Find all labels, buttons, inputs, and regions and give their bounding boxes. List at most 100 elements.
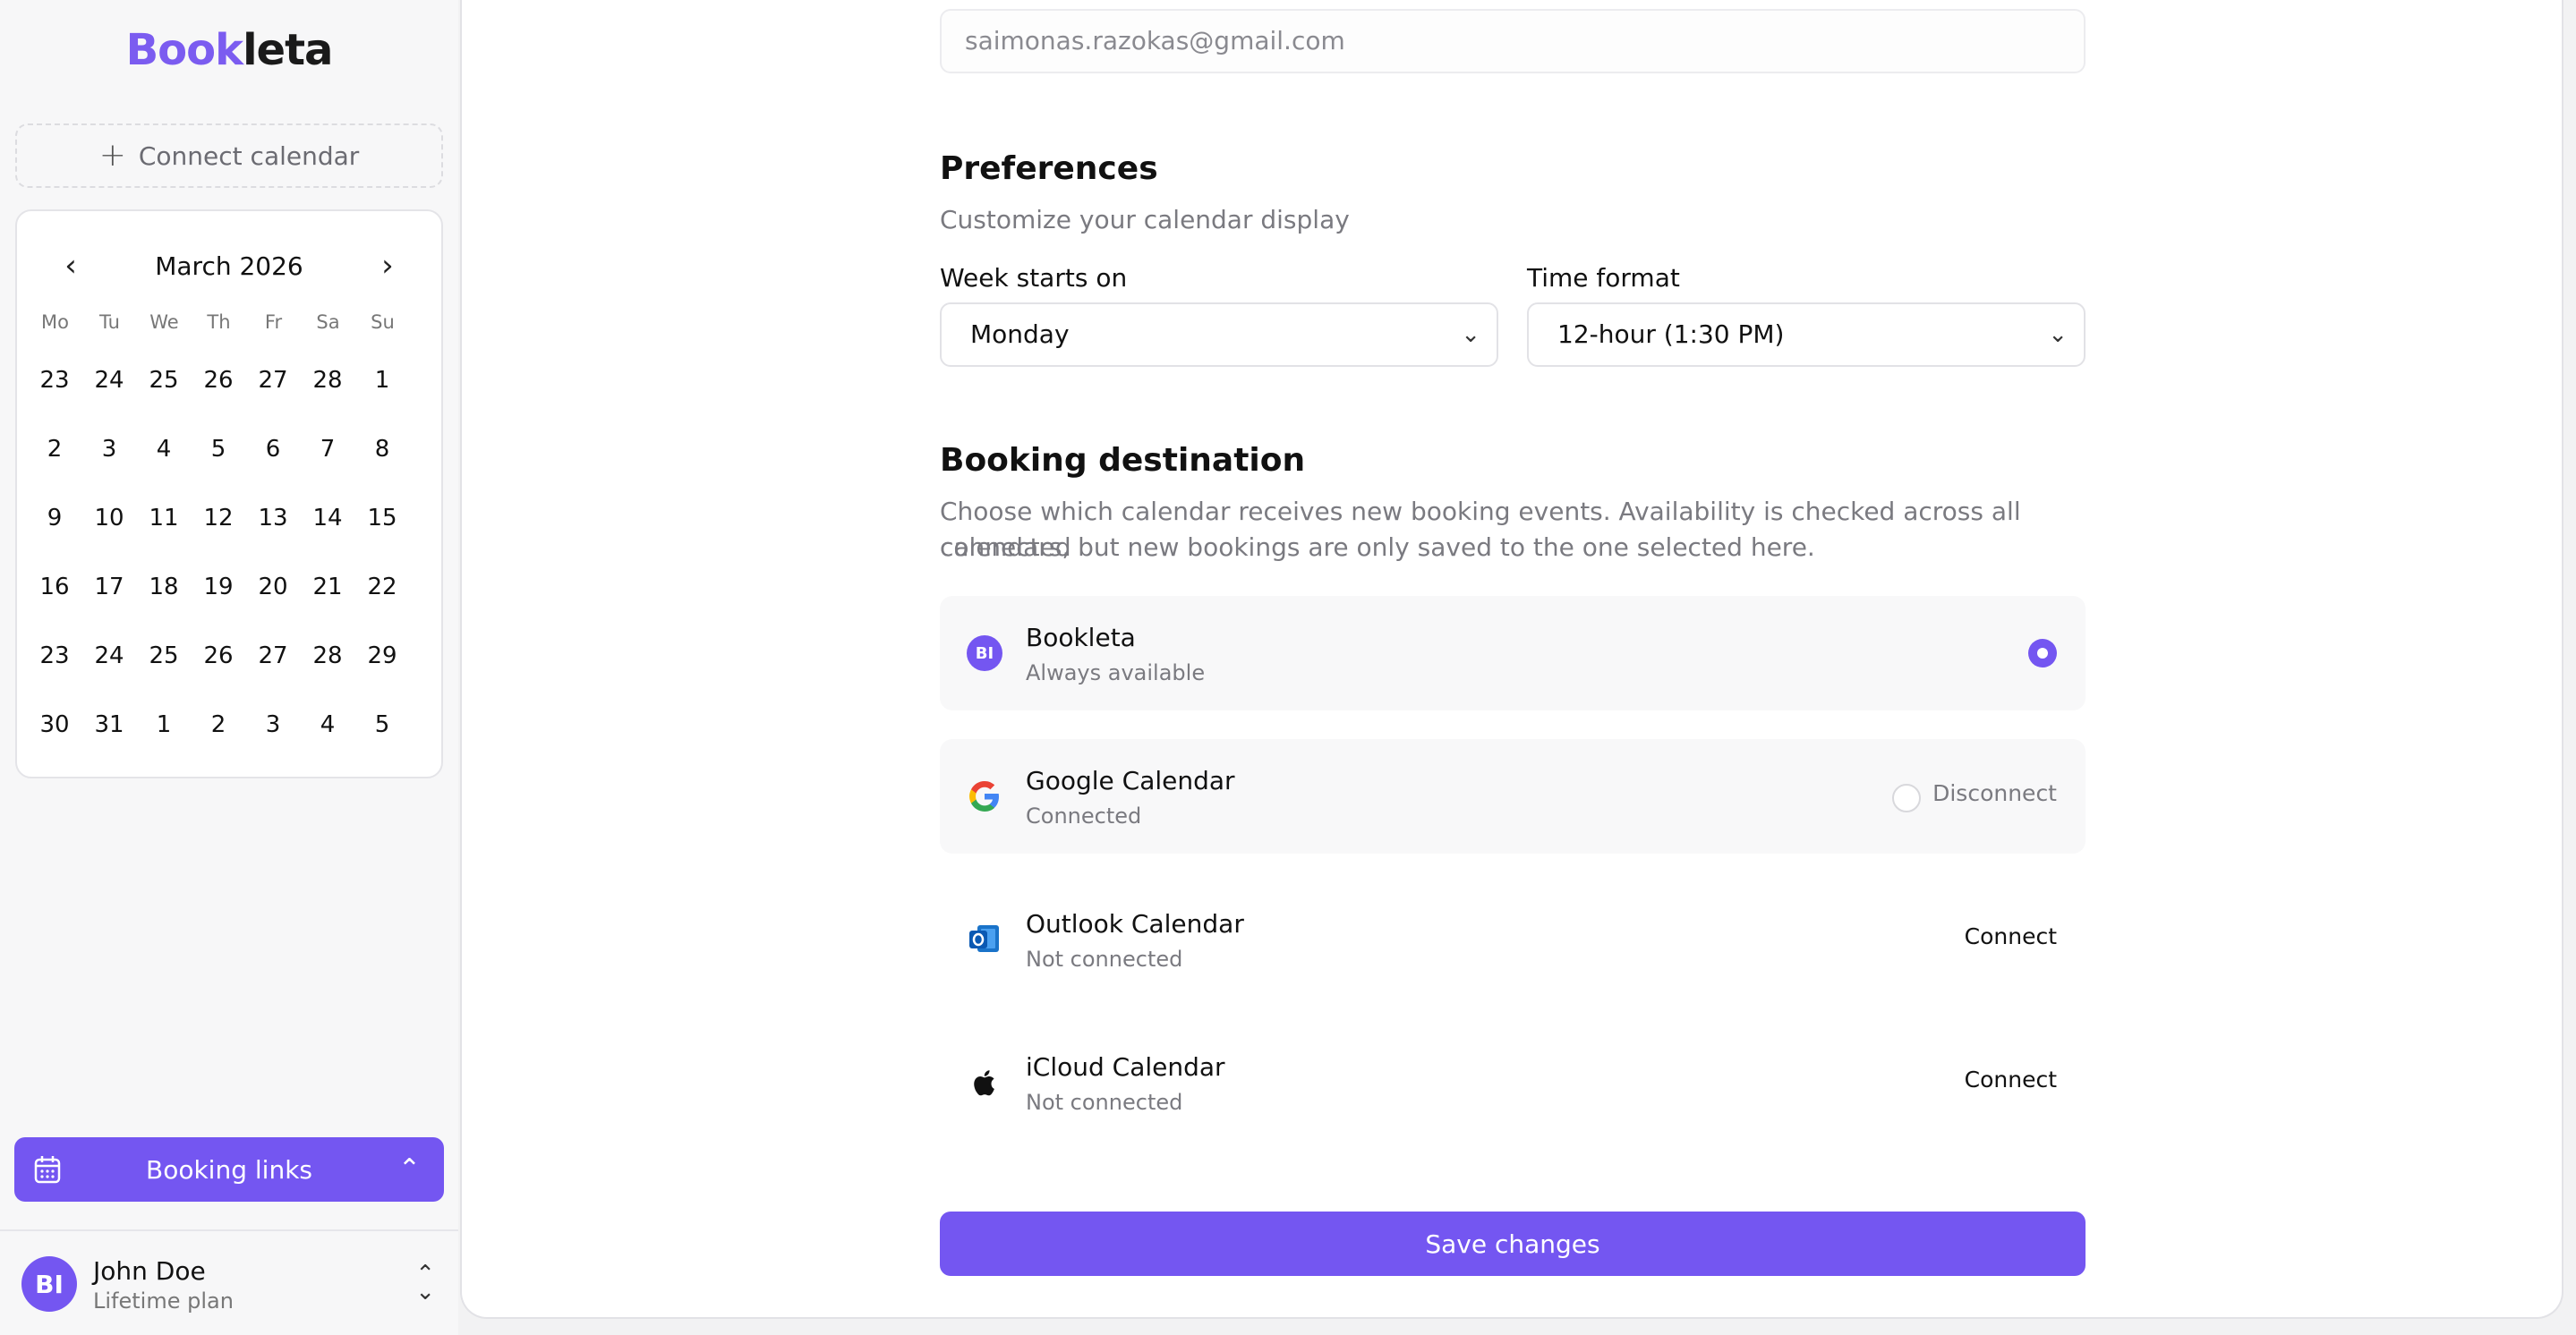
time-format-select[interactable]: 12-hour (1:30 PM) ⌄ bbox=[1527, 302, 2086, 367]
calendar-day[interactable]: 27 bbox=[246, 353, 300, 407]
sidebar: Bookleta + Connect calendar ‹ March 2026… bbox=[0, 0, 458, 1335]
calendar-day[interactable]: 26 bbox=[192, 353, 245, 407]
calendar-day[interactable]: 22 bbox=[355, 560, 409, 614]
preferences-title: Preferences bbox=[940, 150, 1158, 187]
calendar-weekday: Th bbox=[207, 311, 231, 333]
sidebar-divider bbox=[0, 1229, 458, 1231]
calendar-day[interactable]: 10 bbox=[82, 491, 136, 545]
calendar-weekday: Fr bbox=[264, 311, 283, 333]
calendar-day[interactable]: 11 bbox=[137, 491, 191, 545]
booking-links-button[interactable]: Booking links ⌃ bbox=[14, 1137, 444, 1202]
calendar-day[interactable]: 1 bbox=[137, 698, 191, 752]
destination-option-bookleta[interactable]: BI Bookleta Always available bbox=[940, 596, 2086, 710]
calendar-day[interactable]: 18 bbox=[137, 560, 191, 614]
bookleta-avatar-icon: BI bbox=[967, 635, 1002, 671]
calendar-day[interactable]: 5 bbox=[192, 422, 245, 476]
calendar-icon bbox=[34, 1156, 61, 1184]
week-starts-value: Monday bbox=[970, 319, 1070, 349]
avatar: BI bbox=[21, 1256, 77, 1312]
calendar-month-title: March 2026 bbox=[155, 251, 303, 281]
calendar-day[interactable]: 4 bbox=[301, 698, 354, 752]
time-format-label: Time format bbox=[1527, 263, 1680, 293]
connect-button[interactable]: Connect bbox=[1965, 923, 2057, 949]
destination-title: Google Calendar bbox=[1026, 766, 1235, 795]
calendar-day[interactable]: 27 bbox=[246, 629, 300, 683]
destination-option-icloud[interactable]: iCloud Calendar Not connected Connect bbox=[940, 1025, 2086, 1140]
booking-links-label: Booking links bbox=[146, 1154, 312, 1185]
calendar-day[interactable]: 28 bbox=[301, 353, 354, 407]
connect-button[interactable]: Connect bbox=[1965, 1067, 2057, 1093]
time-format-value: 12-hour (1:30 PM) bbox=[1557, 319, 1785, 349]
calendar-weekday: Tu bbox=[99, 311, 120, 333]
destination-subtitle: Connected bbox=[1026, 804, 1142, 829]
main-panel: saimonas.razokas@gmail.com Preferences C… bbox=[460, 0, 2563, 1319]
week-starts-select[interactable]: Monday ⌄ bbox=[940, 302, 1498, 367]
calendar-day[interactable]: 16 bbox=[28, 560, 81, 614]
calendar-day[interactable]: 24 bbox=[82, 353, 136, 407]
calendar-day[interactable]: 25 bbox=[137, 629, 191, 683]
calendar-day[interactable]: 25 bbox=[137, 353, 191, 407]
email-field[interactable]: saimonas.razokas@gmail.com bbox=[940, 9, 2086, 73]
connect-calendar-button[interactable]: + Connect calendar bbox=[15, 123, 443, 188]
calendar-day[interactable]: 2 bbox=[192, 698, 245, 752]
mini-calendar: ‹ March 2026 › Mo Tu We Th Fr Sa Su 23 24 25 26 27 2… bbox=[15, 209, 443, 778]
google-icon bbox=[969, 781, 999, 812]
calendar-day[interactable]: 5 bbox=[355, 698, 409, 752]
calendar-day[interactable]: 3 bbox=[82, 422, 136, 476]
calendar-day[interactable]: 8 bbox=[355, 422, 409, 476]
destination-subtitle: Always available bbox=[1026, 660, 1206, 685]
plus-icon: + bbox=[98, 137, 126, 174]
calendar-day[interactable]: 14 bbox=[301, 491, 354, 545]
booking-destination-description-2: calendars, but new bookings are only sav… bbox=[940, 532, 1815, 562]
destination-title: Outlook Calendar bbox=[1026, 909, 1244, 939]
calendar-day[interactable]: 21 bbox=[301, 560, 354, 614]
calendar-day[interactable]: 13 bbox=[246, 491, 300, 545]
chevron-right-icon[interactable]: › bbox=[370, 251, 405, 281]
calendar-day[interactable]: 12 bbox=[192, 491, 245, 545]
chevron-up-icon: ⌃ bbox=[397, 1153, 421, 1185]
app-logo[interactable]: Bookleta bbox=[0, 25, 458, 75]
destination-title: Bookleta bbox=[1026, 623, 1136, 652]
calendar-day[interactable]: 23 bbox=[28, 629, 81, 683]
calendar-day[interactable]: 26 bbox=[192, 629, 245, 683]
user-name: John Doe bbox=[93, 1256, 206, 1286]
disconnect-button[interactable]: Disconnect bbox=[1932, 780, 2057, 806]
calendar-day[interactable]: 17 bbox=[82, 560, 136, 614]
calendar-day[interactable]: 2 bbox=[28, 422, 81, 476]
calendar-day[interactable]: 31 bbox=[82, 698, 136, 752]
calendar-grid: Mo Tu We Th Fr Sa Su 23 24 25 26 27 28 1 2 3 4 5 6 7 8 9 10 11 1… bbox=[28, 306, 431, 752]
user-plan: Lifetime plan bbox=[93, 1288, 234, 1314]
calendar-day[interactable]: 28 bbox=[301, 629, 354, 683]
destination-option-google[interactable]: Google Calendar Connected Disconnect bbox=[940, 739, 2086, 854]
week-starts-label: Week starts on bbox=[940, 263, 1128, 293]
calendar-day[interactable]: 20 bbox=[246, 560, 300, 614]
calendar-day[interactable]: 29 bbox=[355, 629, 409, 683]
outlook-icon bbox=[969, 925, 999, 952]
calendar-weekday: Mo bbox=[41, 311, 69, 333]
destination-option-outlook[interactable]: Outlook Calendar Not connected Connect bbox=[940, 882, 2086, 997]
chevron-left-icon[interactable]: ‹ bbox=[53, 251, 89, 281]
calendar-day[interactable]: 23 bbox=[28, 353, 81, 407]
chevron-up-down-icon[interactable]: ⌃ ⌄ bbox=[415, 1263, 435, 1304]
destination-subtitle: Not connected bbox=[1026, 947, 1183, 972]
save-changes-button[interactable]: Save changes bbox=[940, 1212, 2086, 1276]
calendar-day[interactable]: 6 bbox=[246, 422, 300, 476]
calendar-day[interactable]: 3 bbox=[246, 698, 300, 752]
calendar-day[interactable]: 15 bbox=[355, 491, 409, 545]
radio-unselected[interactable] bbox=[1892, 784, 1921, 812]
calendar-day[interactable]: 19 bbox=[192, 560, 245, 614]
user-menu[interactable]: BI John Doe Lifetime plan ⌃ ⌄ bbox=[21, 1256, 442, 1314]
calendar-day[interactable]: 30 bbox=[28, 698, 81, 752]
calendar-weekday: We bbox=[149, 311, 179, 333]
calendar-day[interactable]: 7 bbox=[301, 422, 354, 476]
radio-selected[interactable] bbox=[2028, 639, 2057, 668]
calendar-day[interactable]: 9 bbox=[28, 491, 81, 545]
preferences-subtitle: Customize your calendar display bbox=[940, 205, 1350, 234]
destination-title: iCloud Calendar bbox=[1026, 1052, 1225, 1082]
calendar-day[interactable]: 4 bbox=[137, 422, 191, 476]
booking-destination-title: Booking destination bbox=[940, 442, 1306, 479]
calendar-day[interactable]: 24 bbox=[82, 629, 136, 683]
calendar-day[interactable]: 1 bbox=[355, 353, 409, 407]
connect-calendar-label: Connect calendar bbox=[138, 140, 360, 171]
calendar-weekday: Sa bbox=[316, 311, 340, 333]
